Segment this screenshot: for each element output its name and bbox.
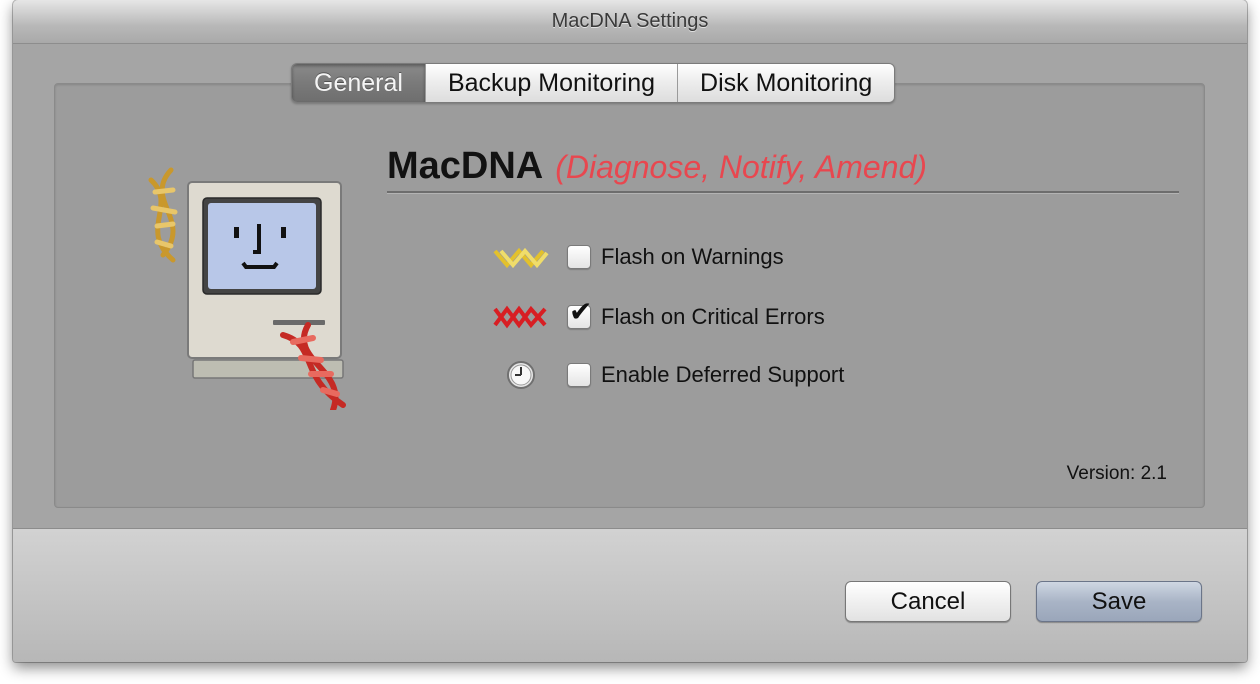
clock-icon: [493, 360, 549, 390]
settings-window: MacDNA Settings General Backup Monitorin…: [13, 0, 1247, 662]
flash-warnings-checkbox[interactable]: [567, 245, 591, 269]
deferred-support-checkbox[interactable]: [567, 363, 591, 387]
app-heading: MacDNA (Diagnose, Notify, Amend): [387, 145, 927, 188]
app-tagline: (Diagnose, Notify, Amend): [555, 149, 927, 185]
flash-critical-errors-label[interactable]: Flash on Critical Errors: [601, 304, 825, 330]
deferred-support-label[interactable]: Enable Deferred Support: [601, 362, 844, 388]
cancel-button[interactable]: Cancel: [845, 581, 1011, 622]
checkmark-icon: ✔: [569, 295, 593, 328]
version-label: Version: 2.1: [1066, 463, 1167, 484]
app-name: MacDNA: [387, 145, 544, 187]
red-dna-error-icon: [493, 302, 549, 332]
tab-backup-monitoring[interactable]: Backup Monitoring: [424, 64, 678, 102]
mac-dna-logo-icon: [148, 167, 346, 410]
flash-critical-errors-checkbox[interactable]: ✔: [567, 298, 592, 329]
tab-disk-monitoring[interactable]: Disk Monitoring: [677, 64, 895, 102]
yellow-dna-warning-icon: [493, 242, 549, 272]
flash-warnings-label[interactable]: Flash on Warnings: [601, 244, 784, 270]
tab-bar: General Backup Monitoring Disk Monitorin…: [291, 63, 896, 103]
option-flash-critical-errors: ✔ Flash on Critical Errors: [493, 298, 825, 332]
heading-divider: [387, 191, 1179, 194]
title-bar[interactable]: MacDNA Settings: [13, 0, 1247, 44]
tab-general[interactable]: General: [292, 64, 425, 102]
save-button[interactable]: Save: [1036, 581, 1202, 622]
option-deferred-support: Enable Deferred Support: [493, 360, 844, 390]
option-flash-warnings: Flash on Warnings: [493, 242, 784, 272]
window-title: MacDNA Settings: [551, 10, 709, 32]
